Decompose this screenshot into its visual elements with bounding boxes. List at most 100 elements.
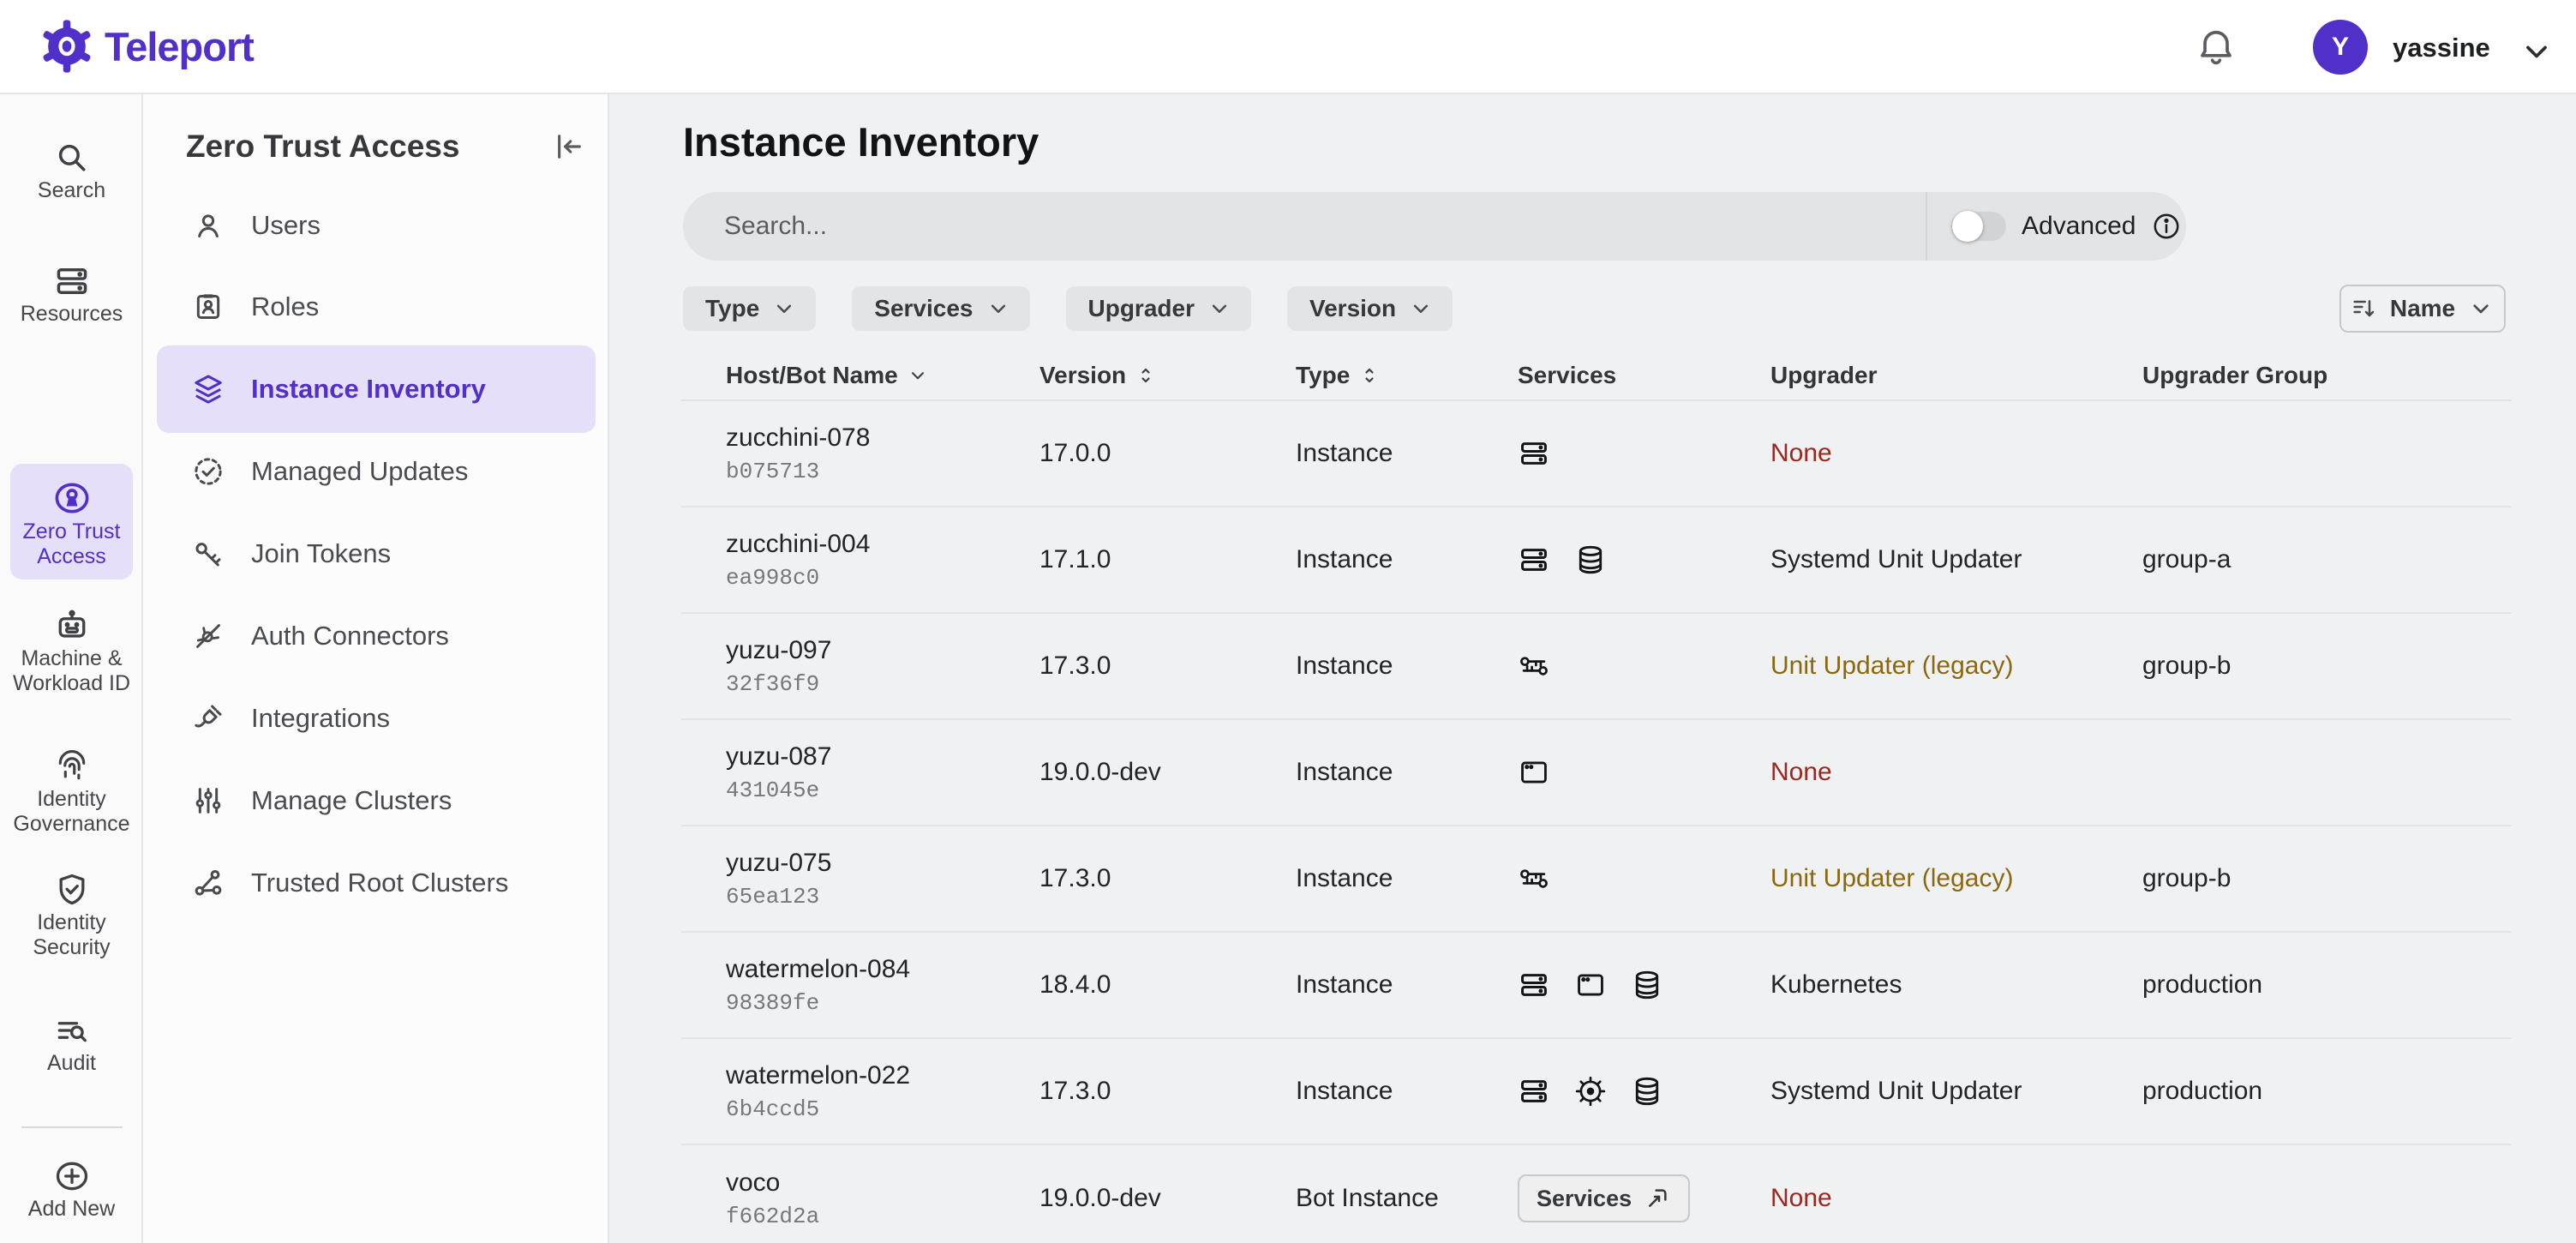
search-input[interactable]	[683, 212, 1926, 241]
nav-item-integrations[interactable]: Integrations	[157, 688, 596, 749]
notifications-bell-icon[interactable]	[2194, 24, 2238, 69]
upgrader-value: None	[1770, 1184, 2142, 1213]
sort-updown-icon	[1135, 364, 1157, 387]
column-header-upgrader-group: Upgrader Group	[2142, 362, 2512, 389]
nav-item-managed-updates[interactable]: Managed Updates	[157, 441, 596, 502]
key-icon	[191, 537, 225, 571]
instance-table: Host/Bot Name Version Type Services Upgr…	[681, 351, 2512, 1243]
chevron-down-icon	[1408, 296, 1434, 321]
nav-panel-title: Zero Trust Access	[186, 129, 459, 165]
primary-sidebar: Search Resources Zero Trust Access Machi…	[0, 94, 143, 1243]
clock-check-icon	[191, 454, 225, 489]
column-header-host-bot-name[interactable]: Host/Bot Name	[681, 362, 1039, 389]
filter-bar: Type Services Upgrader Version	[683, 286, 1453, 331]
upgrader-value: Unit Updater (legacy)	[1770, 864, 2142, 893]
network-icon	[191, 866, 225, 900]
search-bar	[683, 192, 1926, 261]
services-button[interactable]: Services	[1518, 1174, 1690, 1222]
sidebar-item-add-new[interactable]: Add New	[0, 1157, 143, 1222]
teleport-logo[interactable]: Teleport	[39, 19, 254, 74]
upgrader-value: Systemd Unit Updater	[1770, 1077, 2142, 1106]
server-service-icon	[1518, 543, 1550, 576]
database-service-icon	[1574, 543, 1607, 576]
filter-upgrader-button[interactable]: Upgrader	[1066, 286, 1251, 331]
search-icon	[53, 139, 91, 177]
filter-type-button[interactable]: Type	[683, 286, 816, 331]
zero-trust-nav-panel: Zero Trust Access Users Roles Instance I…	[143, 94, 609, 1243]
plus-circle-icon	[53, 1157, 91, 1195]
sidebar-item-zero-trust-access[interactable]: Zero Trust Access	[10, 464, 133, 579]
table-row[interactable]: yuzu-087 431045e 19.0.0-dev Instance Non…	[681, 720, 2512, 826]
robot-icon	[53, 607, 91, 645]
upgrader-value: Systemd Unit Updater	[1770, 545, 2142, 574]
table-row[interactable]: zucchini-004 ea998c0 17.1.0 Instance Sys…	[681, 507, 2512, 614]
sidebar-item-identity-security[interactable]: Identity Security	[0, 871, 143, 960]
filter-version-button[interactable]: Version	[1287, 286, 1453, 331]
nav-item-auth-connectors[interactable]: Auth Connectors	[157, 605, 596, 667]
server-service-icon	[1518, 969, 1550, 1001]
zero-trust-icon	[52, 478, 92, 518]
sort-by-name-button[interactable]: Name	[2339, 285, 2506, 333]
info-icon[interactable]	[2151, 211, 2182, 242]
chevron-down-icon	[907, 364, 929, 387]
database-service-icon	[1631, 969, 1663, 1001]
nav-item-manage-clusters[interactable]: Manage Clusters	[157, 770, 596, 832]
server-service-icon	[1518, 1075, 1550, 1108]
sidebar-item-audit[interactable]: Audit	[0, 1012, 143, 1076]
table-header-row: Host/Bot Name Version Type Services Upgr…	[681, 351, 2512, 401]
user-icon	[191, 208, 225, 243]
database-service-icon	[1631, 1075, 1663, 1108]
table-row[interactable]: watermelon-022 6b4ccd5 17.3.0 Instance S…	[681, 1039, 2512, 1145]
column-header-services: Services	[1518, 362, 1770, 389]
open-panel-icon	[1644, 1185, 1671, 1212]
column-header-type[interactable]: Type	[1296, 362, 1518, 389]
table-row[interactable]: zucchini-078 b075713 17.0.0 Instance Non…	[681, 401, 2512, 507]
column-header-version[interactable]: Version	[1039, 362, 1296, 389]
table-row[interactable]: watermelon-084 98389fe 18.4.0 Instance K…	[681, 933, 2512, 1039]
nav-item-join-tokens[interactable]: Join Tokens	[157, 523, 596, 585]
kubernetes-service-icon	[1574, 1075, 1607, 1108]
sort-updown-icon	[1358, 364, 1381, 387]
username: yassine	[2393, 33, 2490, 63]
column-header-upgrader: Upgrader	[1770, 362, 2142, 389]
app-window-service-icon	[1518, 756, 1550, 789]
auth-connector-icon	[191, 619, 225, 653]
keys-service-icon	[1518, 862, 1550, 895]
sidebar-item-search[interactable]: Search	[0, 139, 143, 203]
upgrader-value: Kubernetes	[1770, 970, 2142, 1000]
table-row[interactable]: voco f662d2a 19.0.0-dev Bot Instance Ser…	[681, 1145, 2512, 1243]
sidebar-divider	[21, 1126, 123, 1128]
sidebar-item-identity-governance[interactable]: Identity Governance	[0, 748, 143, 837]
upgrader-value: None	[1770, 439, 2142, 468]
app-window-service-icon	[1574, 969, 1607, 1001]
sidebar-item-machine-workload-id[interactable]: Machine & Workload ID	[0, 607, 143, 696]
fingerprint-icon	[53, 748, 91, 785]
chevron-down-icon	[771, 296, 797, 321]
sort-descending-icon	[2351, 295, 2378, 322]
nav-item-users[interactable]: Users	[157, 195, 596, 256]
server-service-icon	[1518, 437, 1550, 470]
main-content: Instance Inventory Advanced Type Service…	[609, 94, 2576, 1243]
table-row[interactable]: yuzu-097 32f36f9 17.3.0 Instance Unit Up…	[681, 614, 2512, 720]
plug-icon	[191, 701, 225, 736]
chevron-down-icon	[985, 296, 1011, 321]
top-header: Teleport Y yassine	[0, 0, 2576, 94]
advanced-label: Advanced	[2022, 212, 2136, 241]
keys-service-icon	[1518, 650, 1550, 682]
filter-services-button[interactable]: Services	[852, 286, 1029, 331]
sidebar-item-resources[interactable]: Resources	[0, 262, 143, 327]
avatar[interactable]: Y	[2313, 20, 2368, 75]
nav-item-instance-inventory[interactable]: Instance Inventory	[157, 345, 596, 433]
collapse-panel-icon[interactable]	[551, 129, 587, 165]
table-row[interactable]: yuzu-075 65ea123 17.3.0 Instance Unit Up…	[681, 826, 2512, 933]
nav-item-trusted-root-clusters[interactable]: Trusted Root Clusters	[157, 852, 596, 914]
user-menu-chevron-down-icon[interactable]	[2518, 33, 2555, 70]
brand-name: Teleport	[105, 23, 254, 70]
advanced-toggle[interactable]	[1951, 212, 2006, 241]
upgrader-value: None	[1770, 758, 2142, 787]
toggle-knob	[1952, 211, 1983, 242]
nav-item-roles[interactable]: Roles	[157, 276, 596, 338]
gear-logo-icon	[39, 19, 94, 74]
chevron-down-icon	[2467, 295, 2495, 322]
audit-icon	[53, 1012, 91, 1049]
